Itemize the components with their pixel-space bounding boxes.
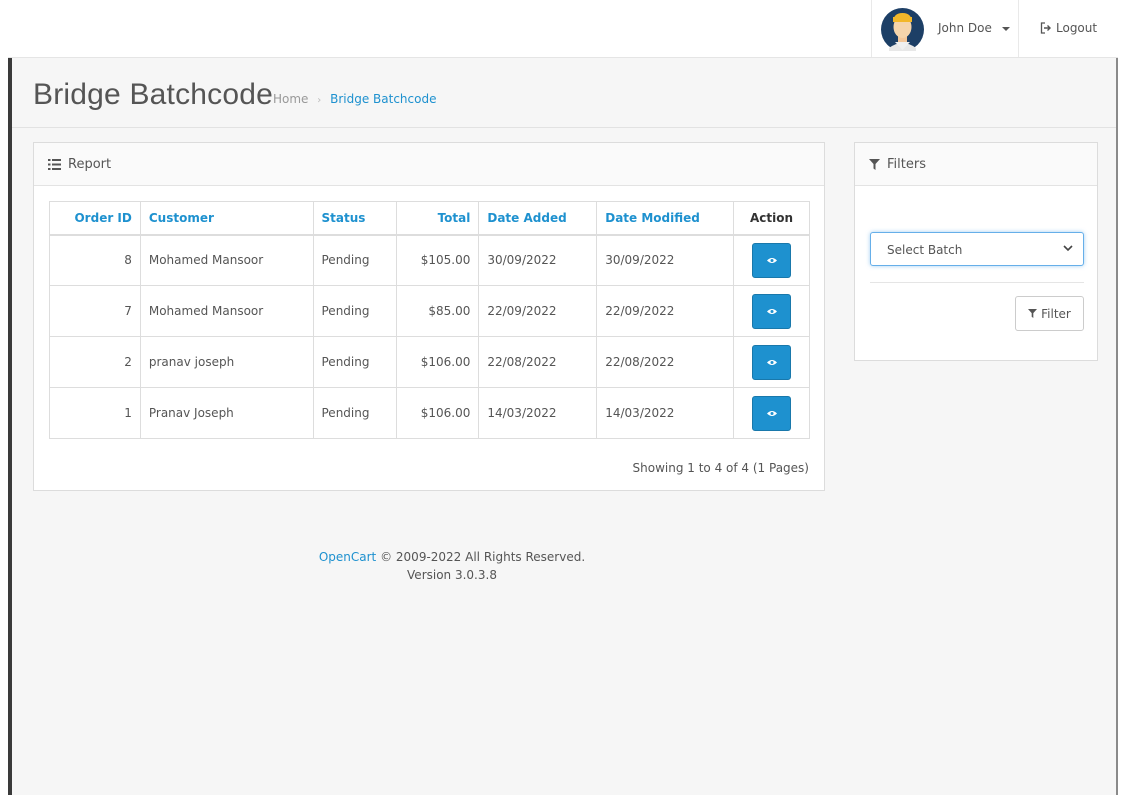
status-cell: Pending [312, 234, 398, 286]
total-cell: $106.00 [396, 336, 480, 388]
user-name[interactable]: John Doe [938, 21, 992, 35]
total-cell: $105.00 [396, 234, 480, 286]
filter-icon [1028, 309, 1038, 318]
eye-icon [767, 257, 778, 263]
action-cell [733, 336, 810, 388]
column-header-total[interactable]: Total [396, 201, 480, 235]
filters-panel: Filters Select Batch Filter [854, 142, 1098, 361]
right-edge-strip [1116, 58, 1118, 795]
column-header-date-added[interactable]: Date Added [478, 201, 598, 235]
table-row: 2 pranav joseph Pending $106.00 22/08/20… [49, 336, 810, 388]
filters-panel-heading: Filters [855, 143, 1097, 186]
date-added-cell: 22/09/2022 [478, 285, 598, 337]
breadcrumb-separator-icon: › [317, 95, 322, 106]
order-id-cell: 8 [49, 234, 141, 286]
view-button[interactable] [752, 293, 792, 329]
status-cell: Pending [312, 285, 398, 337]
batch-select[interactable]: Select Batch [870, 232, 1084, 266]
list-icon [48, 158, 61, 170]
table-header-row: Order ID Customer Status Total Date Adde… [49, 201, 810, 235]
report-panel-heading: Report [34, 143, 824, 186]
view-button[interactable] [752, 242, 792, 278]
user-avatar [881, 8, 924, 51]
action-cell [733, 387, 810, 439]
status-cell: Pending [312, 336, 398, 388]
eye-icon [767, 410, 778, 416]
chevron-down-icon[interactable] [1063, 245, 1073, 252]
table-row: 7 Mohamed Mansoor Pending $85.00 22/09/2… [49, 285, 810, 337]
page-title: Bridge Batchcode [33, 78, 274, 111]
pagination-summary: Showing 1 to 4 of 4 (1 Pages) [632, 461, 809, 475]
column-header-date-modified[interactable]: Date Modified [596, 201, 735, 235]
filter-button[interactable]: Filter [1015, 296, 1084, 331]
date-added-cell: 22/08/2022 [478, 336, 598, 388]
view-button[interactable] [752, 344, 792, 380]
logout-button[interactable]: Logout [1018, 0, 1118, 57]
column-header-status[interactable]: Status [312, 201, 398, 235]
order-id-cell: 7 [49, 285, 141, 337]
date-modified-cell: 30/09/2022 [596, 234, 735, 286]
column-header-order-id[interactable]: Order ID [49, 201, 141, 235]
user-menu[interactable]: John Doe [871, 0, 1018, 57]
action-cell [733, 234, 810, 286]
breadcrumb-home-link[interactable]: Home [273, 92, 308, 106]
total-cell: $85.00 [396, 285, 480, 337]
top-header: John Doe Logout [8, 0, 1118, 58]
version-text: Version 3.0.3.8 [407, 568, 497, 582]
report-panel: Report Order ID Customer Status Total Da… [33, 142, 825, 491]
table-row: 1 Pranav Joseph Pending $106.00 14/03/20… [49, 387, 810, 439]
customer-cell: pranav joseph [139, 336, 314, 388]
report-heading-label: Report [68, 156, 112, 172]
breadcrumb: Home › Bridge Batchcode [273, 92, 436, 106]
filters-heading-label: Filters [887, 156, 926, 172]
divider [870, 282, 1084, 283]
filter-icon [869, 158, 880, 170]
date-modified-cell: 22/09/2022 [596, 285, 735, 337]
date-modified-cell: 14/03/2022 [596, 387, 735, 439]
chevron-down-icon[interactable] [1002, 27, 1010, 31]
customer-cell: Pranav Joseph [139, 387, 314, 439]
eye-icon [767, 308, 778, 314]
table-row: 8 Mohamed Mansoor Pending $105.00 30/09/… [49, 234, 810, 286]
logout-label[interactable]: Logout [1056, 21, 1097, 35]
column-header-action: Action [733, 201, 810, 235]
view-button[interactable] [752, 395, 792, 431]
order-id-cell: 2 [49, 336, 141, 388]
report-table: Order ID Customer Status Total Date Adde… [49, 201, 810, 439]
opencart-link[interactable]: OpenCart [319, 550, 376, 564]
batch-select-value[interactable]: Select Batch [887, 243, 962, 257]
eye-icon [767, 359, 778, 365]
total-cell: $106.00 [396, 387, 480, 439]
footer: OpenCart © 2009-2022 All Rights Reserved… [242, 548, 662, 584]
breadcrumb-current-link[interactable]: Bridge Batchcode [330, 92, 436, 106]
footer-copyright-line: OpenCart © 2009-2022 All Rights Reserved… [242, 548, 662, 566]
customer-cell: Mohamed Mansoor [139, 234, 314, 286]
status-cell: Pending [312, 387, 398, 439]
column-header-customer[interactable]: Customer [139, 201, 314, 235]
sign-out-icon [1040, 22, 1051, 34]
filter-button-label[interactable]: Filter [1041, 307, 1071, 321]
date-modified-cell: 22/08/2022 [596, 336, 735, 388]
date-added-cell: 30/09/2022 [478, 234, 598, 286]
date-added-cell: 14/03/2022 [478, 387, 598, 439]
main-content: Bridge Batchcode Home › Bridge Batchcode… [12, 58, 1116, 795]
action-cell [733, 285, 810, 337]
order-id-cell: 1 [49, 387, 141, 439]
customer-cell: Mohamed Mansoor [139, 285, 314, 337]
copyright-text: © 2009-2022 All Rights Reserved. [380, 550, 586, 564]
page-header: Bridge Batchcode Home › Bridge Batchcode [12, 58, 1116, 128]
